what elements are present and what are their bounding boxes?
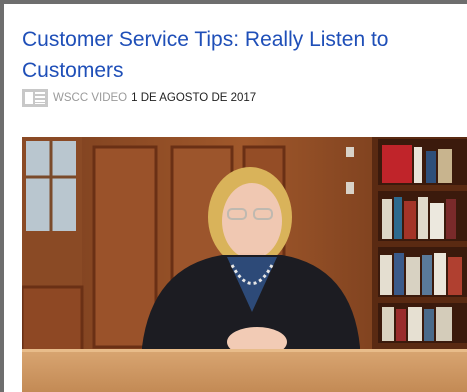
post-date: 1 DE AGOSTO DE 2017: [131, 92, 257, 104]
category-link[interactable]: WSCC VIDEO: [53, 92, 127, 104]
video-frame-image: [22, 137, 467, 392]
video-list-icon: [22, 89, 48, 107]
post-title-link[interactable]: Customer Service Tips: Really Listen to …: [22, 24, 462, 86]
post-card: Customer Service Tips: Really Listen to …: [4, 4, 467, 392]
video-thumbnail[interactable]: [22, 137, 467, 392]
post-meta: WSCC VIDEO 1 DE AGOSTO DE 2017: [22, 88, 256, 108]
